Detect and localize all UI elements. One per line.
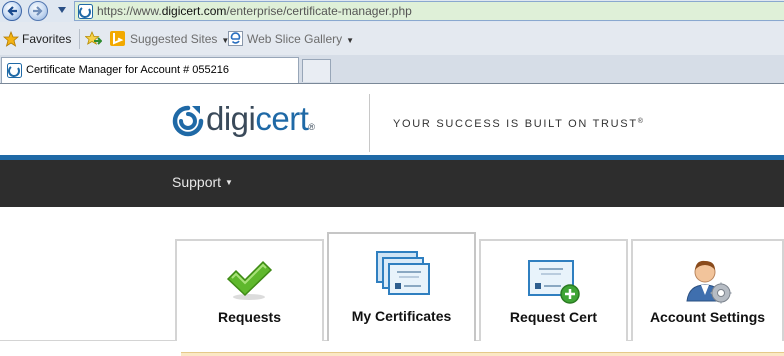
site-header: digicert® YOUR SUCCESS IS BUILT ON TRUST… [0, 84, 784, 155]
add-to-favorites-icon[interactable] [85, 31, 102, 47]
recent-pages-dropdown-icon[interactable] [57, 6, 67, 14]
tab-my-certificates[interactable]: My Certificates [327, 232, 476, 341]
certificate-add-icon [528, 260, 580, 304]
url-scheme: https://www. [97, 4, 162, 18]
tab-account-settings[interactable]: Account Settings [631, 239, 784, 341]
digicert-logo-mark-icon [172, 105, 204, 137]
favorites-button[interactable]: Favorites [22, 32, 71, 46]
tab-request-cert-label: Request Cert [509, 309, 598, 325]
tab-account-settings-label: Account Settings [649, 309, 766, 325]
logo-text-cert: cert [255, 100, 309, 137]
address-field[interactable]: https://www.digicert.com/enterprise/cert… [74, 1, 784, 21]
notice-banner [181, 352, 784, 356]
tab-requests[interactable]: Requests [175, 239, 324, 341]
star-icon [3, 31, 19, 47]
checkmark-icon [226, 260, 273, 300]
suggested-sites-label: Suggested Sites [130, 32, 218, 46]
divider [79, 29, 80, 49]
forward-button[interactable] [28, 1, 48, 21]
url-path: /enterprise/certificate-manager.php [226, 4, 412, 18]
suggested-sites-button[interactable]: Suggested Sites ▼ [130, 32, 229, 46]
url-text: https://www.digicert.com/enterprise/cert… [97, 4, 412, 18]
chevron-down-icon: ▼ [225, 178, 233, 187]
ie-logo-icon [228, 31, 243, 46]
tagline-text: YOUR SUCCESS IS BUILT ON TRUST [393, 118, 638, 130]
favorites-bar: Favorites Suggested Sites ▼ Web Slice Gal… [0, 22, 784, 56]
registered-mark: ® [308, 122, 315, 132]
tab-request-cert[interactable]: Request Cert [479, 239, 628, 341]
web-slice-gallery-button[interactable]: Web Slice Gallery ▼ [247, 32, 354, 46]
section-tabs: Requests My Certificates Request Cert Ac… [0, 207, 784, 356]
user-gear-icon [686, 260, 732, 304]
certificates-stack-icon [376, 251, 430, 295]
site-favicon [7, 63, 22, 78]
web-slice-gallery-label: Web Slice Gallery [247, 32, 343, 46]
logo-text-digi: digi [206, 100, 256, 137]
bing-icon [110, 31, 125, 46]
registered-mark: ® [637, 118, 645, 125]
new-tab-button[interactable] [302, 59, 331, 82]
back-arrow-icon [7, 6, 17, 16]
tab-requests-label: Requests [217, 309, 282, 325]
digicert-logo[interactable]: digicert® [172, 100, 344, 139]
back-button[interactable] [2, 1, 22, 21]
nav-support[interactable]: Support ▼ [172, 174, 233, 190]
browser-tab-strip: Certificate Manager for Account # 055216 [0, 55, 784, 83]
nav-support-label: Support [172, 174, 222, 190]
header-divider [369, 94, 370, 152]
browser-tab-active[interactable]: Certificate Manager for Account # 055216 [1, 57, 299, 83]
tab-my-certificates-label: My Certificates [351, 308, 452, 324]
forward-arrow-icon [33, 6, 43, 16]
chevron-down-icon: ▼ [346, 36, 355, 45]
address-bar-row: https://www.digicert.com/enterprise/cert… [0, 0, 784, 22]
url-host: digicert.com [161, 4, 227, 18]
site-favicon [78, 4, 93, 19]
browser-tab-title: Certificate Manager for Account # 055216 [26, 64, 230, 76]
digicert-logo-text: digicert® [206, 99, 315, 139]
tagline: YOUR SUCCESS IS BUILT ON TRUST® [393, 118, 645, 130]
main-nav: Support ▼ [0, 160, 784, 207]
